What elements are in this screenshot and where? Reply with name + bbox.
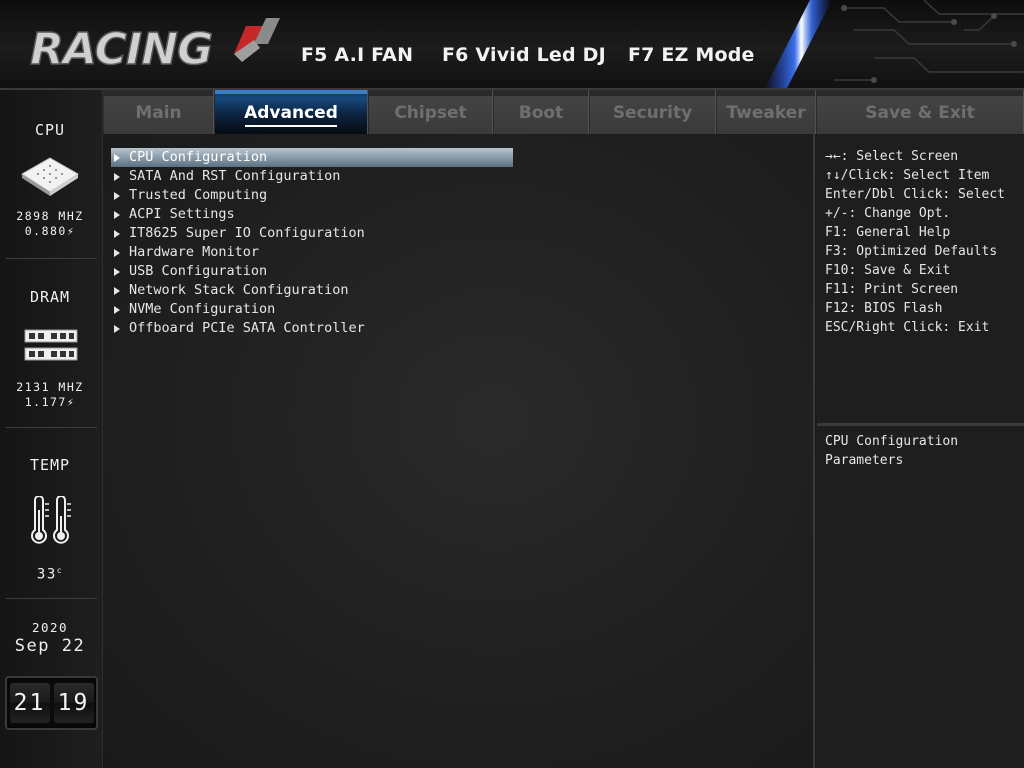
date-year: 2020 — [31, 620, 69, 635]
help-key-line: →←: Select Screen — [825, 149, 959, 164]
help-key-line: F10: Save & Exit — [825, 263, 951, 278]
dram-title: DRAM — [29, 288, 71, 306]
submenu-arrow-icon — [114, 325, 120, 333]
help-key-line: F1: General Help — [825, 225, 951, 240]
header-bar: RACING F5 A.I FAN F6 Vivid Led DJ F7 EZ … — [0, 0, 1024, 90]
cpu-frequency: 2898 MHZ — [16, 209, 84, 223]
submenu-arrow-icon — [114, 306, 120, 314]
tab-advanced[interactable]: Advanced — [214, 90, 368, 134]
racing-logo: RACING — [29, 18, 280, 74]
dram-frequency: 2131 MHZ — [16, 380, 84, 394]
menu-item-nvme-configuration[interactable]: NVMe Configuration — [111, 300, 513, 319]
menu-item-acpi-settings[interactable]: ACPI Settings — [111, 205, 513, 224]
submenu-arrow-icon — [114, 154, 120, 162]
svg-text:RACING: RACING — [30, 24, 212, 74]
vivid-led-dj-hotkey[interactable]: F6 Vivid Led DJ — [442, 44, 606, 66]
cpu-voltage: 0.880⚡ — [24, 224, 76, 238]
menu-item-usb-configuration[interactable]: USB Configuration — [111, 262, 513, 281]
help-key-line: F11: Print Screen — [825, 282, 959, 297]
help-key-line: F3: Optimized Defaults — [825, 244, 998, 259]
ez-mode-hotkey[interactable]: F7 EZ Mode — [628, 44, 755, 66]
menu-item-trusted-computing[interactable]: Trusted Computing — [111, 186, 513, 205]
tab-chipset[interactable]: Chipset — [368, 90, 493, 134]
status-panel: CPU 2898 MHZ 0.880⚡ DRAM 2131 MHZ 1.177⚡… — [0, 90, 103, 768]
temp-title: TEMP — [29, 456, 71, 474]
separator — [6, 427, 97, 428]
menu-item-super-io-configuration[interactable]: IT8625 Super IO Configuration — [111, 224, 513, 243]
cpu-title: CPU — [34, 121, 66, 139]
tab-tweaker[interactable]: Tweaker — [716, 90, 816, 134]
dram-voltage: 1.177⚡ — [24, 395, 76, 409]
help-key-line: ESC/Right Click: Exit — [825, 320, 990, 335]
tab-security[interactable]: Security — [589, 90, 716, 134]
menu-item-sata-rst-configuration[interactable]: SATA And RST Configuration — [111, 167, 513, 186]
tab-bar: Main Advanced Chipset Boot Security Twea… — [103, 90, 1024, 134]
tab-main[interactable]: Main — [103, 90, 214, 134]
help-key-line: +/-: Change Opt. — [825, 206, 951, 221]
item-description-line: CPU Configuration — [825, 434, 959, 449]
help-divider — [817, 423, 1024, 426]
help-key-line: Enter/Dbl Click: Select — [825, 187, 1006, 202]
advanced-menu-panel: CPU Configuration SATA And RST Configura… — [103, 134, 815, 768]
menu-item-network-stack-configuration[interactable]: Network Stack Configuration — [111, 281, 513, 300]
voltage-bolt-icon: ⚡ — [66, 224, 76, 238]
help-key-line: ↑↓/Click: Select Item — [825, 168, 990, 183]
circuit-decoration — [765, 0, 1024, 88]
help-key-line: F12: BIOS Flash — [825, 301, 943, 316]
submenu-arrow-icon — [114, 173, 120, 181]
menu-item-cpu-configuration[interactable]: CPU Configuration — [111, 148, 513, 167]
submenu-arrow-icon — [114, 230, 120, 238]
clock-minutes: 19 — [53, 683, 94, 723]
item-description-line: Parameters — [825, 453, 904, 468]
ai-fan-hotkey[interactable]: F5 A.I FAN — [301, 44, 413, 66]
clock-display: 21 19 — [5, 676, 98, 730]
thermometer-icon — [31, 496, 71, 544]
submenu-arrow-icon — [114, 211, 120, 219]
tab-boot[interactable]: Boot — [493, 90, 589, 134]
tab-save-exit[interactable]: Save & Exit — [816, 90, 1024, 134]
separator — [6, 598, 97, 599]
help-panel: →←: Select Screen ↑↓/Click: Select Item … — [817, 134, 1024, 768]
menu-item-hardware-monitor[interactable]: Hardware Monitor — [111, 243, 513, 262]
date-month-day: Sep 22 — [14, 636, 86, 656]
menu-item-offboard-pcie-sata-controller[interactable]: Offboard PCIe SATA Controller — [111, 319, 513, 338]
submenu-arrow-icon — [114, 268, 120, 276]
temp-value: 33c — [36, 566, 64, 583]
voltage-bolt-icon: ⚡ — [66, 395, 76, 409]
submenu-arrow-icon — [114, 287, 120, 295]
submenu-arrow-icon — [114, 192, 120, 200]
separator — [6, 258, 97, 259]
cpu-chip-icon — [21, 157, 79, 196]
dram-module-icon — [24, 329, 78, 361]
clock-hours: 21 — [9, 683, 50, 723]
submenu-arrow-icon — [114, 249, 120, 257]
